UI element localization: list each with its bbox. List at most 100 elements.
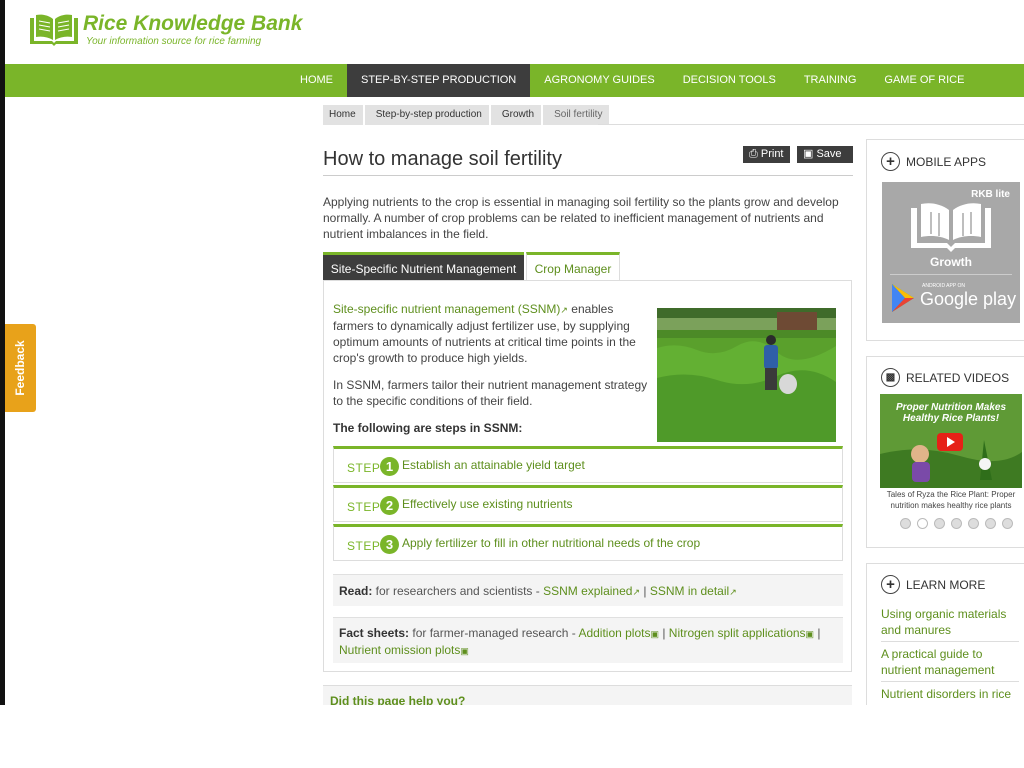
- plus-icon: +: [881, 152, 900, 171]
- step-label: STEP: [347, 500, 381, 514]
- google-play-label: Google play: [920, 289, 1017, 309]
- breadcrumb: Home Step-by-step production Growth Soil…: [323, 105, 611, 125]
- step-text: Effectively use existing nutrients: [402, 497, 573, 511]
- mobile-apps-heading: + MOBILE APPS: [881, 152, 986, 171]
- nav-item-decision-tools[interactable]: DECISION TOOLS: [669, 64, 790, 97]
- printer-icon: ⎙: [749, 148, 758, 160]
- learn-more-link-3[interactable]: Nutrient disorders in rice: [881, 686, 1019, 702]
- learn-more-link-1[interactable]: Using organic materials and manures: [881, 606, 1019, 638]
- rkb-lite-label: RKB lite: [971, 189, 1010, 200]
- separator: |: [640, 584, 650, 598]
- tab-site-specific-nutrient-management[interactable]: Site-Specific Nutrient Management: [323, 252, 524, 281]
- youtube-play-icon: [937, 433, 963, 451]
- external-link-icon: ↗: [632, 587, 641, 597]
- learn-more-link-text[interactable]: Nutrient disorders in rice: [881, 686, 1019, 702]
- video-title: Proper Nutrition Makes Healthy Rice Plan…: [895, 402, 1007, 424]
- breadcrumb-home[interactable]: Home: [323, 105, 363, 125]
- related-videos-heading: ▩ RELATED VIDEOS: [881, 368, 1009, 387]
- feedback-label: Feedback: [13, 340, 27, 396]
- ssnm-in-detail-link[interactable]: SSNM in detail: [650, 584, 729, 598]
- separator: |: [659, 626, 669, 640]
- related-videos-title: RELATED VIDEOS: [906, 370, 1010, 385]
- steps-heading: The following are steps in SSNM:: [333, 421, 523, 435]
- page-title: How to manage soil fertility: [323, 148, 562, 170]
- page-feedback-box: Did this page help you?: [323, 685, 852, 708]
- banner-divider: [890, 274, 1012, 275]
- learn-more-link-text[interactable]: A practical guide to nutrient management: [881, 646, 1019, 678]
- main-nav: HOME STEP-BY-STEP PRODUCTION AGRONOMY GU…: [5, 64, 1024, 97]
- site-tagline: Your information source for rice farming: [86, 36, 262, 47]
- floppy-disk-icon: ▣: [803, 148, 814, 160]
- film-icon: ▩: [881, 368, 900, 387]
- nav-item-home[interactable]: HOME: [286, 64, 347, 97]
- book-logo-icon: [30, 14, 78, 46]
- site-logo[interactable]: Rice Knowledge Bank Your information sou…: [28, 12, 302, 47]
- breadcrumb-current: Soil fertility: [543, 105, 610, 125]
- popup-link-icon: ▣: [460, 646, 469, 656]
- carousel-dot[interactable]: [968, 518, 979, 529]
- step-text: Establish an attainable yield target: [402, 458, 585, 472]
- step-1[interactable]: STEP 1 Establish an attainable yield tar…: [333, 446, 843, 483]
- related-videos-panel: ▩ RELATED VIDEOS Proper Nutrition Makes …: [866, 356, 1024, 548]
- step-2[interactable]: STEP 2 Effectively use existing nutrient…: [333, 485, 843, 522]
- tab-crop-manager[interactable]: Crop Manager: [526, 252, 620, 281]
- mobile-apps-title: MOBILE APPS: [906, 154, 987, 169]
- ssnm-explained-link[interactable]: SSNM explained: [543, 584, 632, 598]
- carousel-dot[interactable]: [900, 518, 911, 529]
- save-button[interactable]: ▣ Save: [797, 146, 853, 163]
- fact-sheets-text: for farmer-managed research -: [409, 626, 579, 640]
- learn-more-link-2[interactable]: A practical guide to nutrient management: [881, 646, 1019, 678]
- fact-sheets-label: Fact sheets:: [339, 626, 410, 640]
- open-book-icon: [911, 203, 991, 252]
- print-button[interactable]: ⎙ Print: [743, 146, 790, 163]
- step-number: 3: [380, 535, 399, 554]
- carousel-dot[interactable]: [1002, 518, 1013, 529]
- carousel-dot-active[interactable]: [917, 518, 928, 529]
- external-link-icon: ↗: [729, 587, 737, 597]
- nav-item-step-by-step-production[interactable]: STEP-BY-STEP PRODUCTION: [347, 64, 531, 97]
- intro-paragraph: Applying nutrients to the crop is essent…: [323, 195, 839, 241]
- site-name: Rice Knowledge Bank: [83, 12, 303, 35]
- breadcrumb-divider: [598, 124, 1024, 125]
- ssnm-link[interactable]: Site-specific nutrient management (SSNM): [333, 302, 560, 316]
- popup-link-icon: ▣: [650, 629, 659, 639]
- step-label: STEP: [347, 461, 381, 475]
- growth-label: Growth: [930, 255, 972, 269]
- carousel-dot[interactable]: [985, 518, 996, 529]
- mobile-apps-panel: + MOBILE APPS RKB lite Growth ANDROID AP…: [866, 139, 1024, 341]
- rkb-lite-app-banner[interactable]: RKB lite Growth ANDROID APP ON Google pl…: [882, 182, 1020, 323]
- read-links-box: Read: for researchers and scientists - S…: [333, 574, 843, 606]
- learn-more-divider: [881, 641, 1019, 642]
- step-3[interactable]: STEP 3 Apply fertilizer to fill in other…: [333, 524, 843, 561]
- nitrogen-split-applications-link[interactable]: Nitrogen split applications: [669, 626, 806, 640]
- nav-item-agronomy-guides[interactable]: AGRONOMY GUIDES: [530, 64, 668, 97]
- title-divider: [323, 175, 853, 176]
- read-text: for researchers and scientists -: [372, 584, 544, 598]
- farmer-field-photo: [657, 308, 836, 442]
- step-number: 2: [380, 496, 399, 515]
- step-text: Apply fertilizer to fill in other nutrit…: [402, 536, 701, 550]
- google-play-icon: [892, 284, 914, 312]
- save-label: Save: [816, 148, 842, 160]
- print-label: Print: [760, 148, 784, 160]
- read-label: Read:: [339, 584, 373, 598]
- nav-item-game-of-rice[interactable]: GAME OF RICE: [870, 64, 978, 97]
- bottom-blank-area: [0, 705, 1024, 768]
- step-number: 1: [380, 457, 399, 476]
- nutrient-omission-plots-link[interactable]: Nutrient omission plots: [339, 643, 460, 657]
- external-link-icon: ↗: [560, 305, 568, 315]
- learn-more-title: LEARN MORE: [906, 577, 986, 592]
- ssnm-paragraph-1: Site-specific nutrient management (SSNM)…: [333, 301, 651, 366]
- addition-plots-link[interactable]: Addition plots: [578, 626, 650, 640]
- step-label: STEP: [347, 539, 381, 553]
- learn-more-link-text[interactable]: Using organic materials and manures: [881, 606, 1019, 638]
- feedback-tab[interactable]: Feedback: [5, 324, 36, 412]
- carousel-dot[interactable]: [934, 518, 945, 529]
- nav-item-training[interactable]: TRAINING: [790, 64, 871, 97]
- breadcrumb-growth[interactable]: Growth: [490, 105, 542, 125]
- video-thumbnail[interactable]: Proper Nutrition Makes Healthy Rice Plan…: [880, 394, 1022, 488]
- fact-sheets-box: Fact sheets: for farmer-managed research…: [333, 617, 843, 663]
- breadcrumb-step-by-step-production[interactable]: Step-by-step production: [364, 105, 489, 125]
- carousel-dot[interactable]: [951, 518, 962, 529]
- ssnm-paragraph-2: In SSNM, farmers tailor their nutrient m…: [333, 378, 648, 408]
